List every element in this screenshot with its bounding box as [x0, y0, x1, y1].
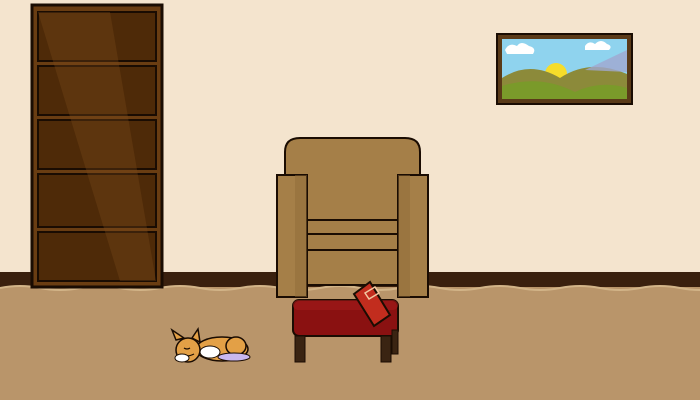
bookshelf[interactable] — [30, 3, 164, 289]
landscape-painting[interactable] — [496, 33, 633, 105]
armchair[interactable] — [276, 137, 429, 298]
room-scene — [0, 0, 700, 400]
